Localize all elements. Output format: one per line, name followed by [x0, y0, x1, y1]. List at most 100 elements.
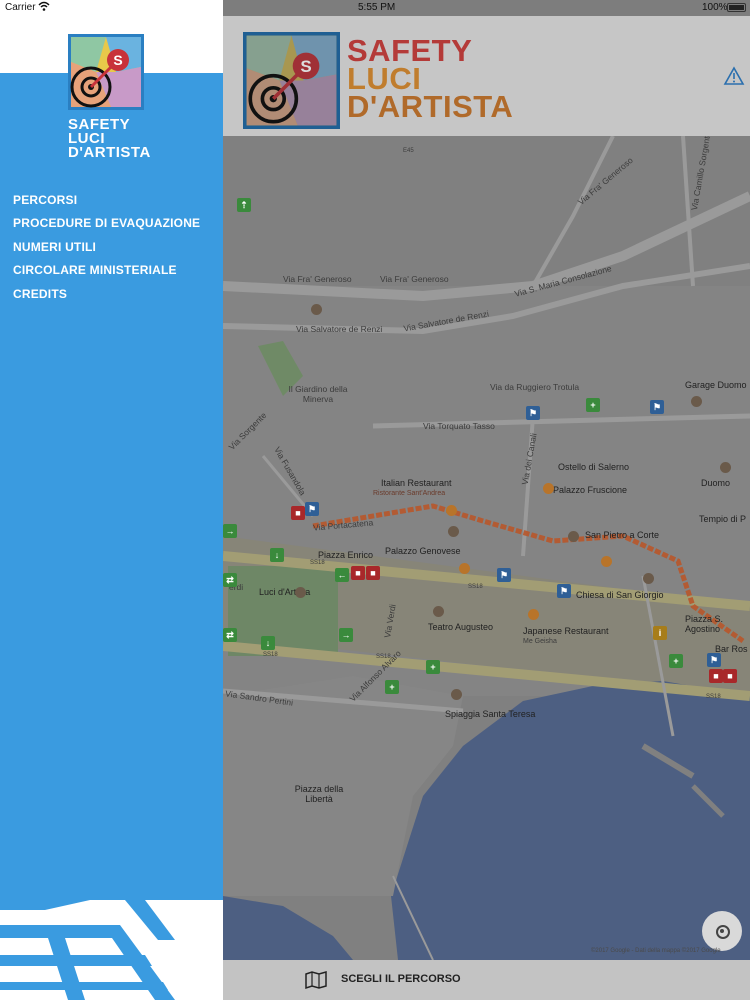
map-label: Garage Duomo: [685, 380, 747, 390]
wifi-icon: [38, 1, 50, 15]
battery-percent: 100%: [702, 2, 728, 13]
app-header: S SAFETY LUCI D'ARTISTA: [223, 16, 750, 136]
map-label: Teatro Augusteo: [428, 622, 494, 632]
map-label: SS18: [468, 584, 483, 590]
assembly-point-icon[interactable]: ⚑: [650, 400, 664, 414]
choose-route-label: SCEGLI IL PERCORSO: [341, 973, 461, 985]
exit-arrow-icon[interactable]: ←: [335, 568, 349, 582]
status-bar: Carrier 5:55 PM 100%: [0, 0, 750, 16]
battery-icon: [727, 3, 746, 12]
place-marker-icon[interactable]: [451, 689, 462, 700]
map-label: Tempio di P: [699, 514, 747, 524]
map-label: SS18: [376, 654, 391, 660]
map-label: Piazza Enrico: [318, 550, 374, 560]
choose-route-button[interactable]: SCEGLI IL PERCORSO: [223, 960, 750, 1000]
assembly-point-icon[interactable]: ⚑: [497, 568, 511, 582]
place-marker-icon[interactable]: [720, 462, 731, 473]
fire-extinguisher-icon[interactable]: ■: [366, 566, 380, 580]
place-marker-icon[interactable]: [691, 396, 702, 407]
info-point-icon[interactable]: i: [653, 626, 667, 640]
map-label: Spiaggia Santa Teresa: [445, 709, 536, 719]
map-label: Me Geisha: [523, 638, 557, 645]
map-label: San Pietro a Corte: [585, 530, 660, 540]
first-aid-icon[interactable]: +: [426, 660, 440, 674]
carrier-label: Carrier: [5, 2, 36, 13]
assembly-point-icon[interactable]: ⚑: [305, 502, 319, 516]
main-panel: S SAFETY LUCI D'ARTISTA E45 Via Fra' Gen…: [223, 0, 750, 1000]
menu-item-procedure-evacuazione[interactable]: PROCEDURE DI EVAQUAZIONE: [13, 215, 200, 238]
place-marker-icon[interactable]: [311, 304, 322, 315]
assembly-point-icon[interactable]: ⚑: [526, 406, 540, 420]
map-label: Palazzo Fruscione: [553, 485, 628, 495]
map-label: Italian Restaurant: [381, 478, 452, 488]
app-screen: Carrier 5:55 PM 100% S SAFETY LUCI D'ART…: [0, 0, 750, 1000]
fire-extinguisher-icon[interactable]: ■: [351, 566, 365, 580]
menu-item-percorsi[interactable]: PERCORSI: [13, 192, 200, 215]
map-label: Ristorante Sant'Andrea: [373, 490, 446, 497]
map-label: Piazza S. Agostino: [685, 614, 724, 634]
emergency-exit-icon[interactable]: ⇡: [237, 198, 251, 212]
side-menu: S SAFETY LUCI D'ARTISTA PERCORSI PROCEDU…: [0, 0, 223, 1000]
menu-item-credits[interactable]: CREDITS: [13, 286, 200, 309]
map-label: Japanese Restaurant: [523, 626, 609, 636]
exit-arrow-icon[interactable]: ↓: [270, 548, 284, 562]
menu-item-numeri-utili[interactable]: NUMERI UTILI: [13, 239, 200, 262]
place-marker-icon[interactable]: [433, 606, 444, 617]
place-marker-icon[interactable]: [568, 531, 579, 542]
place-marker-icon[interactable]: [295, 587, 306, 598]
warning-icon[interactable]: [723, 66, 745, 86]
side-brand-title: SAFETY LUCI D'ARTISTA: [68, 117, 151, 161]
svg-text:S: S: [113, 52, 122, 68]
first-aid-icon[interactable]: +: [586, 398, 600, 412]
map-background: [223, 136, 750, 960]
clock: 5:55 PM: [358, 2, 396, 13]
locate-me-button[interactable]: [702, 911, 742, 951]
app-logo-icon: S: [66, 32, 146, 112]
map-label: Via Fra' Generoso: [380, 274, 449, 284]
map-label: Via Salvatore de Renzi: [296, 324, 383, 334]
ambulance-icon[interactable]: ■: [291, 506, 305, 520]
map-label: SS18: [263, 652, 278, 658]
restaurant-marker-icon[interactable]: [459, 563, 470, 574]
map-label: Ostello di Salerno: [558, 462, 630, 472]
app-title: SAFETY LUCI D'ARTISTA: [347, 35, 514, 124]
map-label: SS18: [706, 694, 721, 700]
ambulance-icon[interactable]: ■: [723, 669, 737, 683]
first-aid-icon[interactable]: +: [669, 654, 683, 668]
exit-arrow-icon[interactable]: ↓: [261, 636, 275, 650]
map-copyright: ©2017 Google - Dati della mappa ©2017 Go…: [591, 948, 721, 954]
exit-arrow-icon[interactable]: →: [223, 524, 237, 538]
map-label: Piazza della Libertà: [294, 784, 344, 804]
place-marker-icon[interactable]: [448, 526, 459, 537]
map-label: SS18: [310, 560, 325, 566]
ambulance-icon[interactable]: ■: [709, 669, 723, 683]
exit-arrow-icon[interactable]: ⇄: [223, 628, 237, 642]
map-label: Via da Ruggiero Trotula: [490, 382, 580, 392]
assembly-point-icon[interactable]: ⚑: [557, 584, 571, 598]
map-label: Chiesa di San Giorgio: [576, 590, 664, 600]
map-view[interactable]: E45 Via Fra' Generoso Via Fra' Generoso …: [223, 136, 750, 960]
map-label: Il Giardino della Minerva: [288, 384, 348, 404]
restaurant-marker-icon[interactable]: [528, 609, 539, 620]
svg-text:S: S: [300, 57, 311, 76]
first-aid-icon[interactable]: +: [385, 680, 399, 694]
map-label: Duomo: [701, 478, 731, 488]
restaurant-marker-icon[interactable]: [601, 556, 612, 567]
exit-arrow-icon[interactable]: →: [339, 628, 353, 642]
side-menu-footer-decoration: [0, 900, 223, 1000]
app-logo-icon: S: [243, 32, 340, 129]
app-title-line: D'ARTISTA: [347, 89, 514, 124]
map-icon: [305, 970, 327, 990]
restaurant-marker-icon[interactable]: [446, 505, 457, 516]
restaurant-marker-icon[interactable]: [543, 483, 554, 494]
brand-line: D'ARTISTA: [68, 144, 151, 161]
map-label: Palazzo Genovese: [385, 546, 461, 556]
map-label: E45: [403, 148, 414, 154]
map-label: Via Fra' Generoso: [283, 274, 352, 284]
map-label: Via Torquato Tasso: [423, 421, 495, 431]
menu-item-circolare-ministeriale[interactable]: CIRCOLARE MINISTERIALE: [13, 262, 200, 285]
exit-arrow-icon[interactable]: ⇄: [223, 573, 237, 587]
assembly-point-icon[interactable]: ⚑: [707, 653, 721, 667]
place-marker-icon[interactable]: [643, 573, 654, 584]
side-menu-list: PERCORSI PROCEDURE DI EVAQUAZIONE NUMERI…: [13, 192, 200, 309]
